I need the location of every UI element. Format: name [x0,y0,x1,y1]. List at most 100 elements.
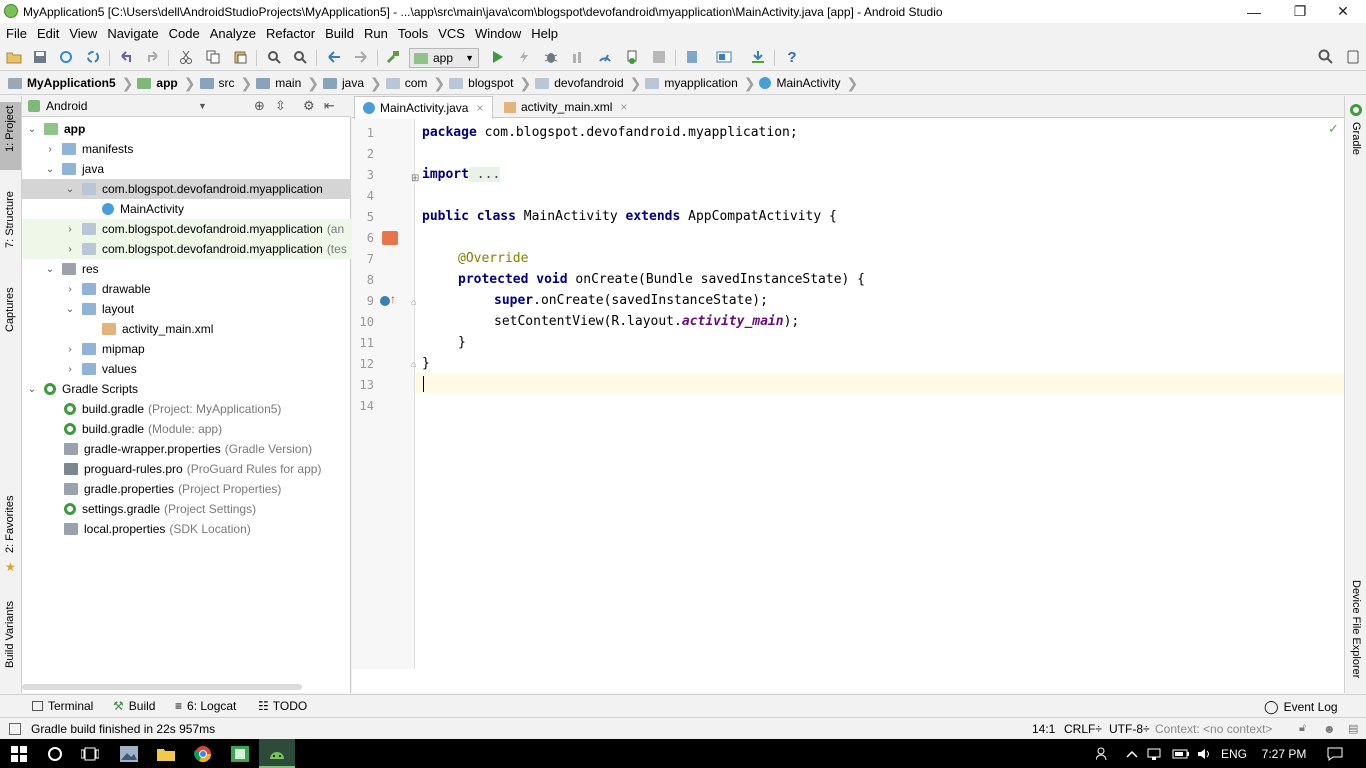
context-indicator[interactable]: Context: <no context> [1155,722,1272,736]
tree-item-java[interactable]: ⌄ java [22,159,351,179]
code-line-11[interactable]: setContentView(R.layout.activity_main); [494,314,799,329]
tool-tab-captures[interactable]: Captures [4,287,16,332]
caret-position[interactable]: 14:1 [1032,722,1055,736]
replace-icon[interactable] [292,49,308,65]
override-marker-icon[interactable] [380,296,390,306]
sync-icon[interactable] [58,49,74,65]
tree-item-res[interactable]: ⌄ res [22,259,351,279]
battery-icon[interactable] [1170,739,1192,768]
android-studio-taskbar-icon[interactable] [259,739,295,768]
menu-analyze[interactable]: Analyze [206,26,260,41]
tool-tab-logcat[interactable]: ≡ 6: Logcat [175,699,236,713]
lock-icon[interactable]: 🔓︎ [1299,722,1306,735]
apply-changes-icon[interactable] [516,49,532,65]
breadcrumb-item[interactable]: com ❯ [385,72,449,95]
find-icon[interactable] [266,49,282,65]
code-line-3[interactable]: import ... [422,167,501,182]
tree-item-drawable[interactable]: › drawable [22,279,351,299]
paste-icon[interactable] [232,49,248,65]
minimize-button[interactable]: — [1231,0,1277,23]
menu-vcs[interactable]: VCS [434,26,469,41]
tool-tab-favorites[interactable]: 2: Favorites [4,496,16,553]
file-explorer-icon[interactable] [148,739,184,768]
tree-item-package-androidtest[interactable]: › com.blogspot.devofandroid.myapplication… [22,219,351,239]
menu-build[interactable]: Build [321,26,358,41]
attach-debugger-icon[interactable] [624,49,640,65]
synchronize-icon[interactable] [85,49,101,65]
cortana-icon[interactable] [38,739,72,768]
tool-tab-structure[interactable]: 7: Structure [4,191,16,248]
tool-tab-build[interactable]: ⚒ Build [113,699,155,713]
collapse-all-icon[interactable]: ⇳ [275,98,286,114]
forward-icon[interactable] [353,49,369,65]
breadcrumb-item[interactable]: MainActivity ❯ [759,72,862,95]
tree-item-manifests[interactable]: › manifests [22,139,351,159]
toggle-tool-windows-icon[interactable] [9,723,21,735]
network-icon[interactable] [1144,739,1166,768]
breadcrumb-item[interactable]: src ❯ [199,72,257,95]
tree-item-local-properties[interactable]: local.properties (SDK Location) [22,519,351,539]
code-line-10[interactable]: super.onCreate(savedInstanceState); [494,293,768,308]
notifications-icon[interactable]: ▤ [1348,722,1358,735]
menu-window[interactable]: Window [471,26,525,41]
tree-item-gradle-scripts[interactable]: ⌄ Gradle Scripts [22,379,351,399]
restore-button[interactable]: ❐ [1277,0,1323,23]
stop-icon[interactable] [651,49,667,65]
tree-item-layout[interactable]: ⌄ layout [22,299,351,319]
photos-app-icon[interactable] [111,739,147,768]
run-icon[interactable] [489,49,505,65]
status-message[interactable]: Gradle build finished in 22s 957ms [31,722,215,736]
menu-tools[interactable]: Tools [394,26,432,41]
menu-file[interactable]: File [2,26,31,41]
profile-icon[interactable] [597,49,613,65]
hide-icon[interactable]: ⇤ [324,98,335,114]
windows-start-icon[interactable] [0,739,38,768]
sync-gradle-icon[interactable] [684,49,700,65]
sticky-app-icon[interactable] [222,739,258,768]
scroll-from-source-icon[interactable]: ⊕ [254,98,265,114]
tool-tab-project[interactable]: 1: Project [4,106,16,152]
line-separator[interactable]: CRLF÷ [1064,722,1102,736]
code-line-13[interactable]: } [422,356,430,371]
tree-item-package-test[interactable]: › com.blogspot.devofandroid.myapplication… [22,239,351,259]
fold-collapse-icon[interactable]: ⌂ [411,297,416,307]
horizontal-scrollbar[interactable] [22,684,302,690]
code-line-6[interactable]: public class MainActivity extends AppCom… [422,209,837,224]
menu-help[interactable]: Help [527,26,562,41]
tree-item-gradle-wrapper-properties[interactable]: gradle-wrapper.properties (Gradle Version… [22,439,351,459]
run-config-select[interactable]: app ▼ [409,48,479,68]
menu-edit[interactable]: Edit [33,26,63,41]
tool-tab-terminal[interactable]: Terminal [32,699,93,713]
breadcrumb-item[interactable]: devofandroid ❯ [535,72,645,95]
code-line-8[interactable]: @Override [458,251,528,266]
volume-icon[interactable] [1194,739,1216,768]
sdk-manager-icon[interactable] [750,49,766,65]
file-encoding[interactable]: UTF-8÷ [1109,722,1150,736]
chevron-up-icon[interactable] [1122,739,1142,768]
tool-tab-todo[interactable]: ☷ TODO [258,699,307,713]
redo-icon[interactable] [145,49,161,65]
layout-marker-icon[interactable] [382,231,398,245]
tree-item-mipmap[interactable]: › mipmap [22,339,351,359]
save-icon[interactable] [32,49,48,65]
tree-item-activity-main-xml[interactable]: activity_main.xml [22,319,351,339]
action-center-icon[interactable] [1318,739,1352,768]
device-icon[interactable] [1345,49,1361,65]
breadcrumb-item[interactable]: app ❯ [137,72,199,95]
close-tab-icon[interactable]: × [476,101,483,115]
tool-tab-event-log[interactable]: ◯ Event Log [1264,699,1338,715]
fold-end-icon[interactable]: ⌂ [411,359,416,369]
fold-expand-icon[interactable]: ⊞ [411,173,419,184]
run-coverage-icon[interactable] [570,49,586,65]
tab-mainactivity[interactable]: MainActivity.java × [354,96,493,119]
breadcrumb-item[interactable]: main ❯ [256,72,323,95]
undo-icon[interactable] [118,49,134,65]
breadcrumb-item[interactable]: java ❯ [322,72,386,95]
chevron-down-icon[interactable]: ▼ [198,101,207,111]
back-icon[interactable] [326,49,342,65]
menu-refactor[interactable]: Refactor [262,26,319,41]
tab-activity-main-xml[interactable]: activity_main.xml × [496,96,635,118]
tree-item-proguard-rules[interactable]: proguard-rules.pro (ProGuard Rules for ap… [22,459,351,479]
menu-run[interactable]: Run [360,26,392,41]
input-language[interactable]: ENG [1218,739,1250,768]
